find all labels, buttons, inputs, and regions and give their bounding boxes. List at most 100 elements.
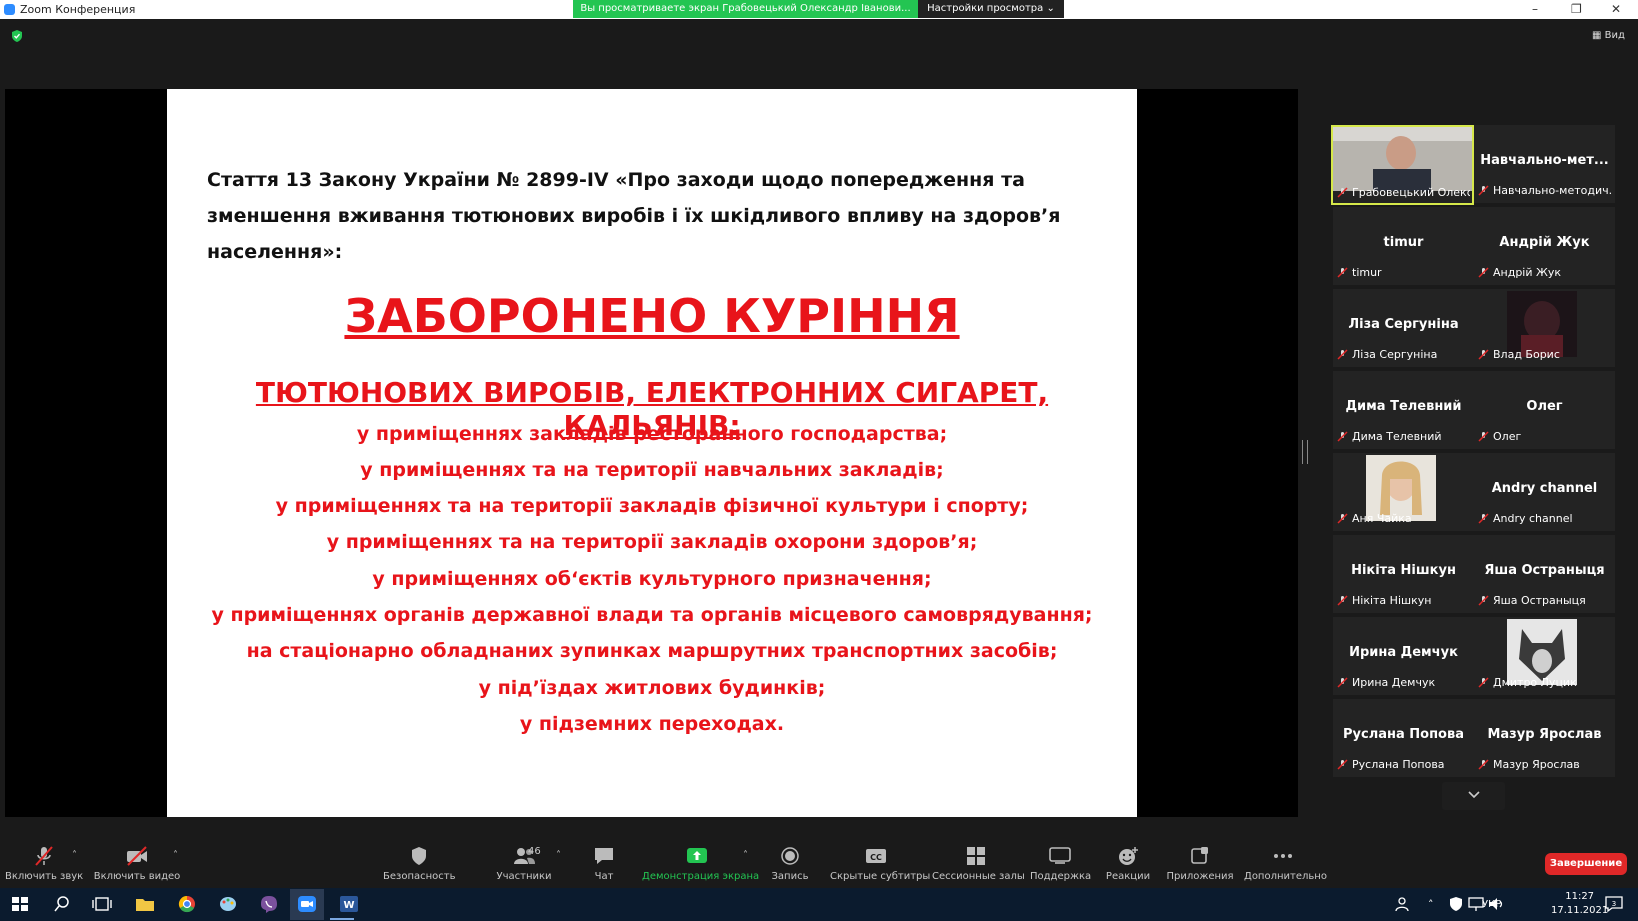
participant-display-name: Руслана Попова: [1342, 727, 1464, 742]
chrome-icon[interactable]: [177, 895, 197, 913]
participant-tile[interactable]: Навчально-мет... Навчально-методич...: [1474, 125, 1615, 203]
slide-item: у приміщеннях органів державної влади та…: [211, 604, 1093, 626]
share-options-caret[interactable]: ˄: [743, 850, 748, 861]
mic-muted-icon: [1337, 431, 1348, 442]
video-off-icon: [127, 846, 147, 866]
paint-app-icon[interactable]: [218, 895, 238, 913]
mic-muted-icon: [1478, 513, 1489, 524]
notifications-icon[interactable]: 3: [1604, 895, 1624, 913]
window-title-bar: Zoom Конференция Вы просматриваете экран…: [0, 0, 1638, 19]
gallery-next-page-button[interactable]: [1442, 782, 1505, 810]
participant-tile[interactable]: timur timur: [1333, 207, 1474, 285]
file-explorer-icon[interactable]: [135, 895, 155, 913]
video-options-caret[interactable]: ˄: [173, 850, 178, 861]
security-button[interactable]: Безопасность: [383, 832, 456, 882]
participant-tile[interactable]: Влад Борис: [1474, 289, 1615, 367]
participant-tile[interactable]: Ліза Сергуніна Ліза Сергуніна: [1333, 289, 1474, 367]
reactions-label: Реакции: [1105, 871, 1151, 882]
mic-muted-icon: [1478, 185, 1489, 196]
audio-options-caret[interactable]: ˄: [72, 850, 77, 861]
participant-name: Andry channel: [1493, 512, 1573, 525]
view-options-button[interactable]: Настройки просмотра ⌄: [918, 0, 1064, 18]
close-icon[interactable]: ✕: [1611, 2, 1621, 16]
restore-icon[interactable]: ❐: [1571, 2, 1582, 16]
participant-tile[interactable]: Аня Чайка: [1333, 453, 1474, 531]
svg-text:W: W: [343, 900, 354, 911]
participant-tile[interactable]: Дима Телевний Дима Телевний: [1333, 371, 1474, 449]
more-button[interactable]: Дополнительно: [1244, 832, 1327, 882]
viewing-screen-banner: Вы просматриваете экран Грабовецький Оле…: [573, 0, 918, 18]
svg-text:3: 3: [1612, 900, 1616, 908]
chevron-down-icon: ⌄: [1046, 3, 1055, 14]
search-icon[interactable]: [52, 895, 72, 913]
slide-item: на стаціонарно обладнаних зупинках маршр…: [246, 640, 1058, 662]
participant-display-name: Нікіта Нішкун: [1351, 563, 1456, 578]
language-indicator[interactable]: УКР: [1482, 899, 1501, 910]
chat-icon: [595, 848, 613, 864]
participant-name: Нікіта Нішкун: [1352, 594, 1432, 607]
task-view-icon[interactable]: [92, 895, 112, 913]
participant-tile[interactable]: Грабовецький Олексан...: [1331, 125, 1474, 205]
panel-splitter-handle[interactable]: [1302, 440, 1308, 464]
reactions-button[interactable]: Реакции: [1105, 832, 1151, 882]
chat-button[interactable]: Чат: [584, 832, 624, 882]
shield-icon: [412, 847, 426, 865]
support-icon: [1049, 847, 1071, 864]
zoom-icon[interactable]: [297, 895, 317, 913]
people-icon[interactable]: [1393, 895, 1413, 913]
participant-display-name: Ирина Демчук: [1349, 645, 1458, 660]
participant-display-name: Андрій Жук: [1499, 235, 1590, 250]
participant-tile[interactable]: Руслана Попова Руслана Попова: [1333, 699, 1474, 777]
end-meeting-button[interactable]: Завершение: [1545, 853, 1627, 875]
more-label: Дополнительно: [1244, 871, 1327, 882]
system-clock[interactable]: 11:27 17.11.2021: [1551, 890, 1608, 918]
participant-name: Андрій Жук: [1493, 266, 1562, 279]
participant-display-name: Олег: [1526, 399, 1563, 414]
participant-name: Олег: [1493, 430, 1522, 443]
view-button[interactable]: ▦ Вид: [1592, 30, 1625, 41]
participant-tile[interactable]: Яша Остраныця Яша Остраныця: [1474, 535, 1615, 613]
participant-tile[interactable]: Нікіта Нішкун Нікіта Нішкун: [1333, 535, 1474, 613]
participant-tile[interactable]: Андрій Жук Андрій Жук: [1474, 207, 1615, 285]
participant-tile[interactable]: Ирина Демчук Ирина Демчук: [1333, 617, 1474, 695]
mic-muted-icon: [1478, 431, 1489, 442]
participant-tile[interactable]: Дмитро Луцик: [1474, 617, 1615, 695]
security-tray-icon[interactable]: [1446, 895, 1466, 913]
participant-tile[interactable]: Олег Олег: [1474, 371, 1615, 449]
start-video-button[interactable]: Включить видео: [92, 832, 182, 882]
tray-chevron-up-icon[interactable]: ˄: [1428, 898, 1434, 911]
mic-muted-icon: [1337, 595, 1348, 606]
grid-icon: ▦: [1592, 30, 1602, 41]
support-button[interactable]: Поддержка: [1030, 832, 1092, 882]
share-screen-button[interactable]: Демонстрация экрана: [642, 832, 759, 882]
chevron-down-icon: [1468, 791, 1480, 799]
participant-name: Дима Телевний: [1352, 430, 1442, 443]
presentation-slide: Стаття 13 Закону України № 2899-IV «Про …: [167, 89, 1137, 817]
windows-start-icon[interactable]: [10, 895, 30, 913]
support-label: Поддержка: [1030, 871, 1092, 882]
mic-muted-icon: [1337, 349, 1348, 360]
participants-button[interactable]: Участники: [488, 832, 560, 882]
security-label: Безопасность: [383, 871, 456, 882]
participants-count: 46: [528, 846, 541, 857]
minimize-icon[interactable]: –: [1532, 2, 1538, 16]
word-icon[interactable]: W: [339, 895, 359, 913]
captions-button[interactable]: CC Скрытые субтитры: [830, 832, 930, 882]
participant-tile[interactable]: Мазур Ярослав Мазур Ярослав: [1474, 699, 1615, 777]
window-title: Zoom Конференция: [20, 3, 136, 16]
participant-name: Навчально-методич...: [1493, 184, 1611, 197]
encryption-shield-icon[interactable]: [10, 29, 24, 43]
mic-muted-icon: [1478, 759, 1489, 770]
slide-banned-title: ЗАБОРОНЕНО КУРІННЯ: [344, 289, 960, 343]
mic-muted-icon: [1337, 267, 1348, 278]
participant-name: Руслана Попова: [1352, 758, 1445, 771]
participant-tile[interactable]: Andry channel Andry channel: [1474, 453, 1615, 531]
slide-item: у приміщеннях об‘єктів культурного призн…: [372, 568, 932, 590]
viber-icon[interactable]: [259, 895, 279, 913]
participants-options-caret[interactable]: ˄: [556, 850, 561, 861]
record-button[interactable]: Запись: [770, 832, 810, 882]
apps-button[interactable]: Приложения: [1166, 832, 1234, 882]
start-video-label: Включить видео: [93, 871, 181, 882]
breakout-rooms-button[interactable]: Сессионные залы: [932, 832, 1025, 882]
slide-item: у підземних переходах.: [519, 713, 785, 735]
